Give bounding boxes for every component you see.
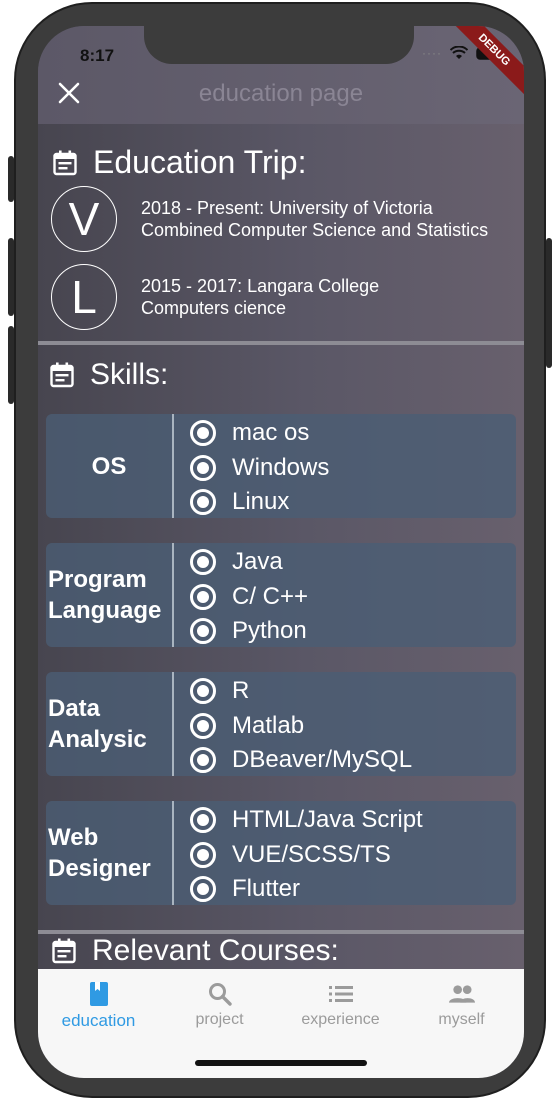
nav-tab-myself[interactable]: myself	[401, 981, 522, 1029]
radio-checked-icon	[190, 583, 216, 610]
signal-icon: ····	[422, 46, 442, 60]
skill-item-label: mac os	[232, 419, 310, 447]
skill-item: Flutter	[190, 872, 423, 907]
education-content[interactable]: Education Trip: V 2018 - Present: Univer…	[38, 124, 524, 969]
status-time: 8:17	[80, 46, 115, 65]
skill-item-label: R	[232, 677, 250, 705]
skill-category-label: Program Language	[46, 543, 174, 647]
calendar-icon	[50, 362, 74, 388]
school-avatar: V	[51, 186, 117, 252]
skill-item-label: Python	[232, 617, 307, 645]
radio-checked-icon	[190, 678, 216, 705]
search-icon	[208, 983, 232, 1006]
skill-item: DBeaver/MySQL	[190, 743, 412, 778]
skill-card-program-language: Program Language Java C/ C++ Python	[46, 543, 516, 647]
radio-checked-icon	[190, 712, 216, 739]
education-title: Education Trip:	[93, 144, 307, 180]
skills-section-header: Skills:	[50, 358, 168, 392]
silent-switch	[8, 156, 14, 202]
skill-item-label: Windows	[232, 453, 330, 481]
nav-tab-education[interactable]: education	[38, 981, 159, 1031]
education-entry: L 2015 - 2017: Langara College Computers…	[51, 264, 379, 330]
courses-title: Relevant Courses:	[92, 934, 339, 967]
calendar-icon	[53, 150, 77, 175]
education-entry-years: 2018 - Present: University of Victoria	[141, 198, 433, 218]
calendar-icon	[52, 938, 76, 964]
notch	[144, 26, 414, 64]
skill-item: Python	[190, 614, 308, 649]
courses-section-header: Relevant Courses:	[52, 934, 339, 968]
nav-label: project	[195, 1011, 244, 1028]
radio-checked-icon	[190, 841, 216, 868]
skill-category-label: OS	[46, 414, 174, 518]
skill-list: HTML/Java Script VUE/SCSS/TS Flutter	[174, 801, 423, 905]
radio-checked-icon	[190, 489, 216, 516]
skill-list: R Matlab DBeaver/MySQL	[174, 672, 412, 776]
wifi-icon	[450, 46, 468, 59]
skill-item-label: DBeaver/MySQL	[232, 746, 413, 774]
radio-checked-icon	[190, 618, 216, 645]
skill-item: Windows	[190, 451, 329, 486]
power-button	[546, 238, 552, 368]
nav-label: myself	[438, 1011, 485, 1028]
section-divider	[38, 341, 524, 345]
radio-checked-icon	[190, 807, 216, 834]
school-avatar: L	[51, 264, 117, 330]
skill-item-label: Java	[232, 548, 283, 576]
radio-checked-icon	[190, 420, 216, 447]
radio-checked-icon	[190, 876, 216, 903]
radio-checked-icon	[190, 747, 216, 774]
skill-item: Java	[190, 545, 308, 580]
skill-item-label: VUE/SCSS/TS	[232, 840, 391, 868]
app-bar: 8:17 ···· DEBUG education page	[38, 26, 524, 124]
nav-tab-experience[interactable]: experience	[280, 981, 401, 1029]
skills-title: Skills:	[90, 358, 169, 391]
skill-item-label: HTML/Java Script	[232, 806, 423, 834]
skill-card-os: OS mac os Windows Linux	[46, 414, 516, 518]
skill-item: Matlab	[190, 709, 412, 744]
page-title: education page	[198, 80, 364, 107]
nav-tab-project[interactable]: project	[159, 981, 280, 1029]
skill-list: Java C/ C++ Python	[174, 543, 308, 647]
book-icon	[89, 982, 108, 1006]
skill-item-label: C/ C++	[232, 582, 309, 610]
education-section-header: Education Trip:	[53, 144, 306, 181]
list-icon	[328, 986, 353, 1002]
education-entry-text: 2015 - 2017: Langara College Computers c…	[141, 275, 379, 319]
education-entry: V 2018 - Present: University of Victoria…	[51, 186, 488, 252]
skill-item: VUE/SCSS/TS	[190, 838, 423, 873]
skill-card-data-analysis: Data Analysic R Matlab DBeaver/MySQL	[46, 672, 516, 776]
skill-item: R	[190, 674, 412, 709]
bottom-navigation: education project experience myself	[38, 969, 524, 1078]
people-icon	[448, 985, 475, 1003]
app-screen: 8:17 ···· DEBUG education page Education…	[38, 26, 524, 1078]
skill-category-label: Web Designer	[46, 801, 174, 905]
radio-checked-icon	[190, 454, 216, 481]
education-entry-years: 2015 - 2017: Langara College	[141, 276, 380, 296]
skill-category-label: Data Analysic	[46, 672, 174, 776]
radio-checked-icon	[190, 549, 216, 576]
skill-list: mac os Windows Linux	[174, 414, 329, 518]
skill-item-label: Linux	[232, 488, 290, 516]
nav-label: education	[61, 1011, 136, 1030]
skill-card-web-designer: Web Designer HTML/Java Script VUE/SCSS/T…	[46, 801, 516, 905]
skill-item: mac os	[190, 416, 329, 451]
education-entry-program: Combined Computer Science and Statistics	[141, 220, 489, 240]
volume-down-button	[8, 326, 14, 404]
nav-label: experience	[301, 1011, 380, 1028]
skill-item: C/ C++	[190, 580, 308, 615]
skill-item: HTML/Java Script	[190, 803, 423, 838]
education-entry-text: 2018 - Present: University of Victoria C…	[141, 197, 488, 241]
volume-up-button	[8, 238, 14, 316]
skill-item-label: Matlab	[232, 711, 305, 739]
home-indicator[interactable]	[195, 1060, 367, 1066]
education-entry-program: Computers cience	[141, 298, 287, 318]
skill-item-label: Flutter	[232, 875, 301, 903]
skill-item: Linux	[190, 485, 329, 520]
